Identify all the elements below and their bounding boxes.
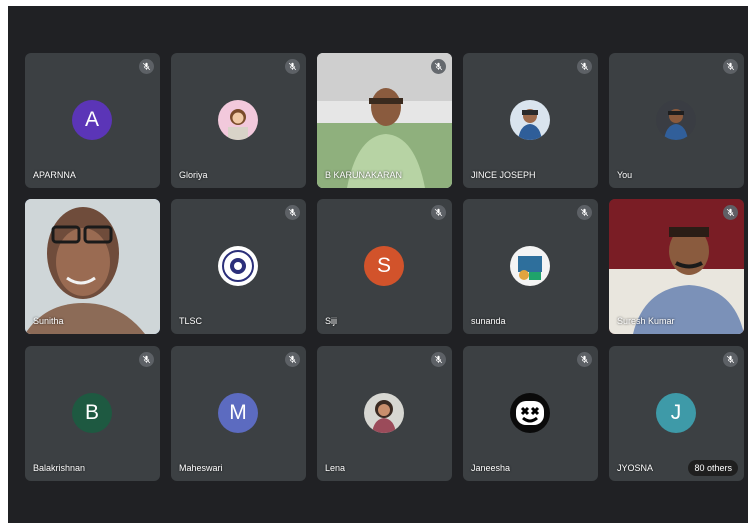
participant-name: Gloriya [179, 170, 208, 180]
profile-photo-avatar [218, 100, 258, 140]
avatar-initial: A [84, 108, 99, 131]
participant-name: Lena [325, 463, 346, 473]
participant-name: Janeesha [471, 463, 511, 473]
participant-tile-jince-joseph[interactable]: JINCE JOSEPH [463, 53, 598, 188]
mic-off-icon [431, 205, 446, 220]
logo-avatar [218, 246, 258, 286]
mic-off-icon [431, 352, 446, 367]
video-feed [317, 53, 452, 188]
avatar: M [218, 393, 258, 433]
participant-tile-sunitha[interactable]: Sunitha [25, 199, 160, 334]
mic-off-icon [577, 205, 592, 220]
meeting-grid: A APARNNA Gloriya B KARUNAKARAN JINCE JO… [8, 6, 748, 523]
participant-name: Suresh Kumar [617, 316, 675, 326]
profile-photo-avatar [510, 246, 550, 286]
participant-tile-siji[interactable]: S Siji [317, 199, 452, 334]
participant-tile-suresh-kumar[interactable]: Suresh Kumar [609, 199, 744, 334]
avatar-initial: J [670, 401, 682, 424]
avatar: A [72, 100, 112, 140]
participant-tile-jyosna[interactable]: J JYOSNA 80 others [609, 346, 744, 481]
mic-off-icon [577, 352, 592, 367]
mic-off-icon [723, 352, 738, 367]
mic-off-icon [577, 59, 592, 74]
participant-tile-sunanda[interactable]: sunanda [463, 199, 598, 334]
participant-name: You [617, 170, 633, 180]
participant-name: Maheswari [179, 463, 223, 473]
participant-name: TLSC [179, 316, 203, 326]
participant-name: JYOSNA [617, 463, 654, 473]
video-feed [25, 199, 160, 334]
video-feed [609, 199, 744, 334]
participant-tile-lena[interactable]: Lena [317, 346, 452, 481]
profile-photo-avatar [656, 100, 696, 140]
profile-photo-avatar [364, 393, 404, 433]
participant-tile-balakrishnan[interactable]: B Balakrishnan [25, 346, 160, 481]
participant-name: B KARUNAKARAN [325, 170, 403, 180]
participant-tile-you[interactable]: You [609, 53, 744, 188]
mic-off-icon [431, 59, 446, 74]
avatar-initial: M [229, 401, 247, 424]
participant-name: sunanda [471, 316, 506, 326]
participant-name: JINCE JOSEPH [471, 170, 536, 180]
participant-tile-aparnna[interactable]: A APARNNA [25, 53, 160, 188]
avatar-initial: S [376, 254, 391, 277]
participant-name: Balakrishnan [33, 463, 86, 473]
avatar-initial: B [84, 401, 99, 424]
participant-tile-b-karunakaran[interactable]: B KARUNAKARAN [317, 53, 452, 188]
mic-off-icon [285, 352, 300, 367]
participant-tile-maheswari[interactable]: M Maheswari [171, 346, 306, 481]
participant-name: Sunitha [33, 316, 64, 326]
participant-tile-janeesha[interactable]: Janeesha [463, 346, 598, 481]
mic-off-icon [139, 59, 154, 74]
participant-name: Siji [325, 316, 338, 326]
mic-off-icon [723, 59, 738, 74]
participant-tile-gloriya[interactable]: Gloriya [171, 53, 306, 188]
mic-off-icon [285, 59, 300, 74]
mic-off-icon [139, 352, 154, 367]
avatar: B [72, 393, 112, 433]
others-count-button[interactable]: 80 others [688, 460, 738, 476]
participant-tile-tlsc[interactable]: TLSC [171, 199, 306, 334]
marshmello-mask-icon [510, 393, 550, 433]
mic-off-icon [285, 205, 300, 220]
avatar: S [364, 246, 404, 286]
avatar: J [656, 393, 696, 433]
participant-name: APARNNA [33, 170, 76, 180]
mic-off-icon [723, 205, 738, 220]
profile-photo-avatar [510, 100, 550, 140]
